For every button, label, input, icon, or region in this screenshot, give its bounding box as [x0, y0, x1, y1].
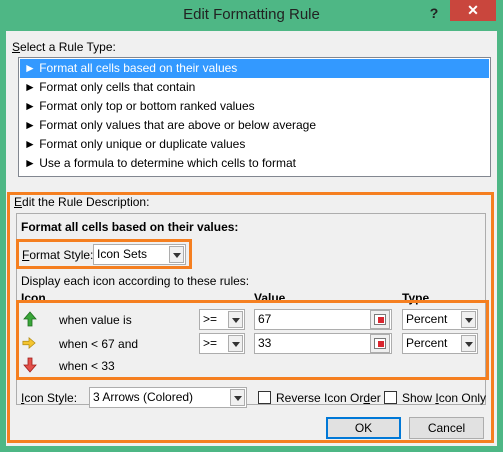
rule-type-item-cells-contain[interactable]: ► Format only cells that contain [20, 78, 489, 97]
rule-type-label: Select a Rule Type: [12, 40, 116, 54]
rule-row-3-text: when < 33 [59, 359, 115, 373]
help-button[interactable]: ? [424, 2, 444, 24]
format-style-value: Icon Sets [97, 247, 148, 261]
rule-type-list[interactable]: ► Format all cells based on their values… [18, 57, 491, 177]
rule-row-2-type: Percent [406, 336, 448, 350]
close-button[interactable]: ✕ [450, 0, 496, 21]
title-bar[interactable]: Edit Formatting Rule ? ✕ [0, 0, 503, 30]
range-selector-icon[interactable] [370, 310, 390, 329]
icon-style-value: 3 Arrows (Colored) [93, 390, 194, 404]
dialog-window: Edit Formatting Rule ? ✕ Select a Rule T… [0, 0, 503, 452]
rule-description-label: Edit the Rule Description: [14, 195, 150, 209]
range-selector-icon[interactable] [370, 334, 390, 353]
rule-type-item-formula[interactable]: ► Use a formula to determine which cells… [20, 154, 489, 173]
cancel-button[interactable]: Cancel [409, 417, 484, 439]
yellow-right-arrow-icon [22, 336, 36, 350]
rule-row-1-operator: >= [203, 312, 218, 326]
chevron-down-icon[interactable] [230, 389, 245, 406]
rule-row-2-operator-select[interactable]: >= [199, 333, 245, 354]
rule-row-1-type-select[interactable]: Percent [402, 309, 478, 330]
chevron-down-icon[interactable] [228, 335, 243, 352]
rule-row-2-text: when < 67 and [59, 337, 139, 351]
reverse-icon-order-label[interactable]: Reverse Icon Order [276, 391, 381, 405]
display-rules-text: Display each icon according to these rul… [21, 274, 250, 288]
reverse-icon-order-checkbox[interactable] [258, 391, 271, 404]
description-heading: Format all cells based on their values: [21, 220, 239, 234]
chevron-down-icon[interactable] [169, 246, 184, 263]
format-style-label: Format Style: [22, 248, 94, 262]
rule-type-item-all-cells[interactable]: ► Format all cells based on their values [20, 59, 489, 78]
dialog-client: Select a Rule Type: ► Format all cells b… [6, 31, 497, 446]
rule-row-1-text: when value is [59, 313, 132, 327]
chevron-down-icon[interactable] [461, 335, 476, 352]
rule-row-1-operator-select[interactable]: >= [199, 309, 245, 330]
rule-row-2-type-select[interactable]: Percent [402, 333, 478, 354]
rule-description-box: Format all cells based on their values: … [16, 213, 489, 408]
icon-style-label: Icon Style: [21, 391, 78, 405]
rule-type-item-above-below-average[interactable]: ► Format only values that are above or b… [20, 116, 489, 135]
chevron-down-icon[interactable] [228, 311, 243, 328]
icon-style-select[interactable]: 3 Arrows (Colored) [89, 387, 247, 408]
ok-button[interactable]: OK [326, 417, 401, 439]
show-icon-only-checkbox[interactable] [384, 391, 397, 404]
red-down-arrow-icon [23, 357, 37, 373]
format-style-select[interactable]: Icon Sets [93, 244, 186, 265]
chevron-down-icon[interactable] [461, 311, 476, 328]
rule-type-item-top-bottom[interactable]: ► Format only top or bottom ranked value… [20, 97, 489, 116]
show-icon-only-label[interactable]: Show Icon Only [402, 391, 486, 405]
rule-type-item-unique-duplicate[interactable]: ► Format only unique or duplicate values [20, 135, 489, 154]
green-up-arrow-icon [23, 311, 37, 327]
rule-description-panel: Edit the Rule Description: Format all ce… [7, 192, 494, 443]
rule-row-1-type: Percent [406, 312, 448, 326]
rule-row-2-operator: >= [203, 336, 218, 350]
